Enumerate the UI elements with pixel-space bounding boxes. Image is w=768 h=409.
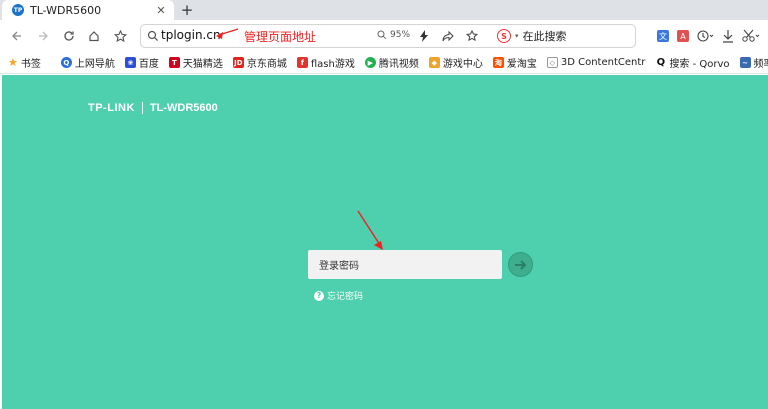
bookmark-label: 频率及波长在线转 xyxy=(753,59,768,70)
history-icon[interactable] xyxy=(697,27,713,45)
brand-header: TP-LINK TL-WDR5600 xyxy=(88,102,218,114)
cube-icon: ◇ xyxy=(546,57,558,68)
translate-icon[interactable]: 文 xyxy=(656,27,670,45)
search-engine-selector[interactable]: S ▾ 在此搜索 xyxy=(497,28,567,44)
browser-toolbar: tplogin.cn 管理页面地址 95% S ▾ 在此搜索 文 A xyxy=(0,20,768,52)
forgot-password-link[interactable]: ? 忘记密码 xyxy=(314,289,363,302)
download-icon[interactable] xyxy=(722,27,734,45)
qorvo-icon: Q xyxy=(655,57,667,68)
bookmark-item[interactable]: f flash游戏 xyxy=(296,55,355,70)
bookmark-label: 游戏中心 xyxy=(442,59,483,70)
new-tab-button[interactable]: + xyxy=(178,0,196,20)
tab-title: TL-WDR5600 xyxy=(30,3,102,17)
forward-icon[interactable] xyxy=(34,27,52,45)
favorite-star-icon[interactable] xyxy=(111,27,129,45)
router-login-page: TP-LINK TL-WDR5600 登录密码 ? 忘记密码 xyxy=(2,75,768,409)
wave-icon: ~ xyxy=(739,57,751,68)
bookmark-label: 百度 xyxy=(138,59,159,70)
bookmark-label: 3D ContentCentr xyxy=(560,57,646,68)
password-input[interactable] xyxy=(359,250,513,279)
close-icon[interactable]: ✕ xyxy=(154,3,168,17)
bookmark-label: 书签 xyxy=(20,59,41,70)
password-label: 登录密码 xyxy=(319,261,359,272)
bookmark-item[interactable]: ◆ 游戏中心 xyxy=(428,55,483,70)
reload-icon[interactable] xyxy=(60,27,78,45)
back-icon[interactable] xyxy=(8,27,26,45)
forgot-password-label: 忘记密码 xyxy=(327,292,364,302)
chevron-down-icon: ▾ xyxy=(515,32,519,40)
annotation-label: 管理页面地址 xyxy=(244,30,317,44)
bookmark-item[interactable]: ❀ 百度 xyxy=(124,55,159,70)
paw-icon: ❀ xyxy=(124,57,136,68)
brand-divider xyxy=(141,102,143,114)
f-icon: f xyxy=(296,57,308,68)
bookmarks-bar: ★ 书签 Q 上网导航 ❀ 百度 T 天猫精选 JD 京东商城 f flash游… xyxy=(0,52,768,74)
play-icon: ▶ xyxy=(364,57,376,68)
bookmark-item[interactable]: 淘 爱淘宝 xyxy=(492,55,537,70)
bookmark-label: 上网导航 xyxy=(74,59,115,70)
password-field[interactable]: 登录密码 xyxy=(308,250,513,279)
router-model: TL-WDR5600 xyxy=(149,102,218,114)
zoom-icon xyxy=(377,30,387,40)
tab-active[interactable]: TP TL-WDR5600 ✕ xyxy=(2,0,174,20)
scissors-icon[interactable] xyxy=(742,27,762,45)
zoom-level: 95% xyxy=(390,30,411,40)
share-icon[interactable] xyxy=(441,29,455,43)
bookmark-item[interactable]: ~ 频率及波长在线转 xyxy=(739,55,768,70)
star-icon: ★ xyxy=(8,56,18,69)
annotation-arrow xyxy=(357,210,383,250)
bookmark-label: 京东商城 xyxy=(246,59,287,70)
bookmark-label: flash游戏 xyxy=(310,59,355,70)
tab-strip: TP TL-WDR5600 ✕ + xyxy=(0,0,768,20)
search-engine-placeholder: 在此搜索 xyxy=(522,30,567,43)
sogou-icon: S xyxy=(497,29,511,43)
bookmark-item[interactable]: Q 上网导航 xyxy=(60,55,115,70)
q-icon: Q xyxy=(60,57,72,68)
bookmark-item[interactable]: ★ 书签 xyxy=(8,55,41,70)
bookmark-label: 天猫精选 xyxy=(182,59,223,70)
question-icon: ? xyxy=(314,290,324,301)
bookmark-label: 腾讯视频 xyxy=(378,59,419,70)
bookmark-item[interactable]: JD 京东商城 xyxy=(232,55,287,70)
zoom-indicator[interactable]: 95% xyxy=(377,30,410,40)
svg-text:A: A xyxy=(680,32,686,41)
tp-link-logo: TP-LINK xyxy=(88,102,135,114)
bookmark-item[interactable]: Q 搜索 - Qorvo xyxy=(655,55,730,70)
arrow-right-icon xyxy=(514,259,526,270)
bookmark-item[interactable]: ▶ 腾讯视频 xyxy=(364,55,419,70)
home-icon[interactable] xyxy=(85,27,103,45)
jd-icon: JD xyxy=(232,57,244,68)
bookmark-label: 搜索 - Qorvo xyxy=(669,59,730,70)
search-icon xyxy=(147,30,159,42)
lightning-icon[interactable] xyxy=(417,29,431,43)
bookmark-item[interactable]: T 天猫精选 xyxy=(168,55,223,70)
address-bar[interactable]: tplogin.cn 管理页面地址 95% S ▾ 在此搜索 xyxy=(140,24,636,48)
svg-text:文: 文 xyxy=(659,31,667,41)
pdf-icon[interactable]: A xyxy=(676,27,690,45)
url-text[interactable]: tplogin.cn xyxy=(161,28,221,42)
t-icon: T xyxy=(168,57,180,68)
tao-icon: 淘 xyxy=(492,57,504,68)
gamepad-icon: ◆ xyxy=(428,57,440,68)
tp-link-favicon: TP xyxy=(12,4,24,16)
annotation-arrow xyxy=(216,28,239,39)
bookmark-label: 爱淘宝 xyxy=(506,59,537,70)
bookmark-item[interactable]: ◇ 3D ContentCentr xyxy=(546,57,646,68)
login-submit-button[interactable] xyxy=(508,252,533,277)
star-icon[interactable] xyxy=(465,29,479,43)
